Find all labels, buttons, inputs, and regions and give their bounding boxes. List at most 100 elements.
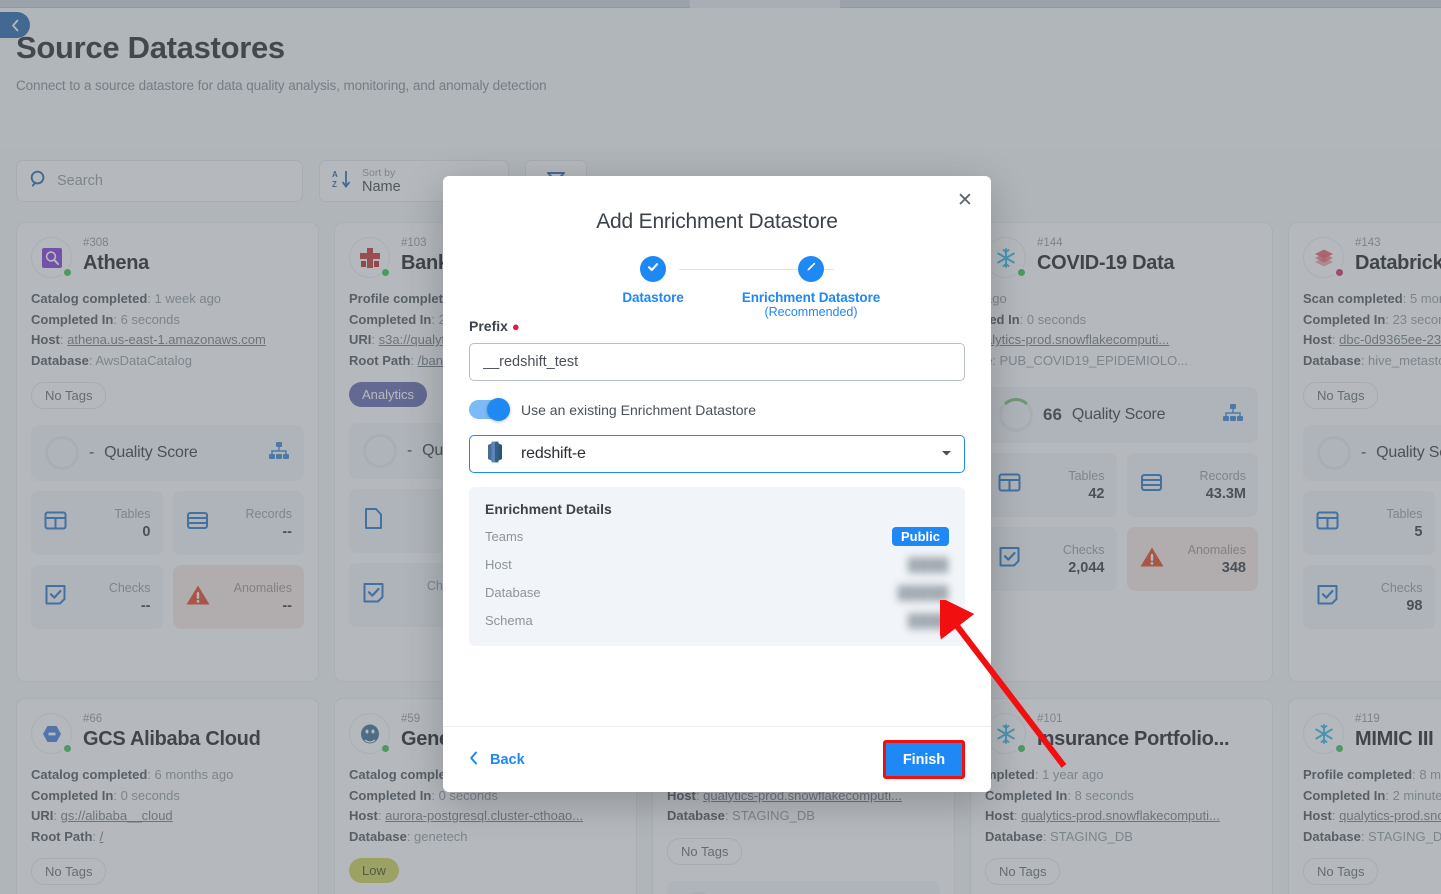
prefix-label-text: Prefix: [469, 318, 508, 334]
card-header: #66 GCS Alibaba Cloud: [31, 713, 304, 754]
meta-key: Scan completed: [1303, 291, 1403, 306]
card-meta-line: ago: [985, 289, 1258, 310]
stat-tile[interactable]: Anomalies 348: [1126, 527, 1258, 591]
use-existing-enrichment-toggle-row: Use an existing Enrichment Datastore: [469, 398, 965, 421]
meta-key: Database: [349, 828, 407, 844]
datastore-card[interactable]: #119 MIMIC III Profile completed: 8 months…: [1288, 698, 1441, 894]
add-enrichment-datastore-modal: ✕ Add Enrichment Datastore Datastore Enr…: [443, 176, 991, 792]
card-meta-line: Completed In: 0 seconds: [31, 787, 180, 803]
card-header: #119 MIMIC III: [1303, 713, 1441, 754]
browser-tab: [690, 0, 840, 8]
back-button[interactable]: Back: [469, 751, 525, 769]
stat-tile[interactable]: Tables 42: [985, 453, 1117, 517]
datastore-card[interactable]: #144 COVID-19 Data ago ted In: 0 seconds aly…: [970, 222, 1273, 682]
meta-value-link[interactable]: qualytics-prod.snowflakecomputi...: [1021, 808, 1220, 823]
close-icon[interactable]: ✕: [951, 187, 977, 213]
use-existing-enrichment-toggle[interactable]: [469, 398, 510, 421]
meta-value-link[interactable]: gs://alibaba__cloud: [61, 808, 173, 823]
tag-chip[interactable]: Analytics: [349, 382, 428, 407]
meta-value-link[interactable]: /: [100, 829, 104, 844]
meta-value-link[interactable]: dbc-0d9365ee-235c.cloud: [1339, 332, 1441, 347]
meta-key: Completed In: [31, 787, 114, 803]
meta-value-link[interactable]: alytics-prod.snowflakecomputi...: [985, 332, 1169, 347]
back-navigation-button[interactable]: [0, 12, 30, 38]
meta-key: Completed In: [349, 311, 432, 327]
stat-label: Checks: [1380, 580, 1423, 595]
card-title: MIMIC III: [1355, 727, 1434, 750]
stat-tile[interactable]: Checks --: [31, 565, 163, 629]
datastore-card[interactable]: #101 Insurance Portfolio... mpleted: 1 yea…: [970, 698, 1273, 894]
stat-label: Records: [245, 506, 292, 521]
tag-chip[interactable]: No Tags: [31, 382, 107, 409]
toggle-knob: [487, 398, 510, 421]
datastore-card[interactable]: #143 Databricks DLT Scan completed: 5 mont…: [1288, 222, 1441, 682]
card-meta-line: mpleted: 1 year ago: [985, 767, 1104, 782]
lineage-icon[interactable]: [268, 441, 290, 466]
card-meta-line: ted In: 0 seconds: [985, 311, 1087, 327]
datastore-card[interactable]: #66 GCS Alibaba Cloud Catalog completed: 6…: [16, 698, 319, 894]
detail-value: █████: [898, 584, 949, 602]
stat-label: Anomalies: [233, 580, 292, 595]
checks-icon: [43, 582, 68, 612]
quality-score-label: Quality Score: [1376, 444, 1441, 461]
card-tags: No Tags: [31, 858, 304, 885]
meta-value: 6 seconds: [120, 311, 180, 327]
stat-label: Anomalies: [1187, 542, 1246, 557]
anomalies-icon: [1139, 545, 1165, 574]
card-meta-line: Host: qualytics-prod.snowflakecomputi...: [985, 808, 1220, 823]
redshift-icon: [482, 439, 508, 470]
tag-chip[interactable]: No Tags: [1303, 382, 1379, 409]
chevron-left-icon: [469, 751, 479, 769]
quality-score-row[interactable]: 66 Quality Score: [985, 387, 1258, 443]
quality-score-ring: [363, 434, 397, 468]
stat-tile[interactable]: Anomalies --: [172, 565, 304, 629]
detail-key: Teams: [485, 529, 524, 544]
meta-value: STAGING_DB: [1368, 828, 1441, 844]
enrichment-detail-row: Schema ████: [485, 612, 949, 629]
datastore-card[interactable]: #308 Athena Catalog completed: 1 week ago C…: [16, 222, 319, 682]
meta-key: Completed In: [1303, 787, 1386, 803]
quality-score-row[interactable]: -Quality Score: [31, 425, 304, 481]
meta-value-link[interactable]: qualytics-prod.snowflake...: [1339, 808, 1441, 823]
lineage-icon[interactable]: [1222, 403, 1244, 428]
meta-key: URI: [349, 332, 372, 347]
card-tags: No Tags: [667, 837, 940, 865]
stepper-step-enrichment[interactable]: Enrichment Datastore (Recommended): [711, 256, 911, 319]
stat-tile[interactable]: Tables 5: [1303, 491, 1435, 555]
quality-score-row[interactable]: -Quality Score: [1303, 425, 1441, 481]
meta-value: 0 seconds: [120, 787, 180, 803]
page-title: Source Datastores: [16, 30, 285, 65]
card-id: #101: [1037, 713, 1063, 725]
tag-chip[interactable]: Low: [349, 858, 399, 883]
avatar: [349, 237, 391, 278]
prefix-input[interactable]: [469, 343, 965, 381]
meta-value-link[interactable]: aurora-postgresql.cluster-cthoao...: [385, 808, 583, 823]
stat-tile[interactable]: Records --: [172, 491, 304, 555]
card-meta-line: e: PUB_COVID19_EPIDEMIOLO...: [985, 351, 1258, 372]
checks-icon: [361, 580, 386, 610]
stat-tile[interactable]: Records 43.3M: [1126, 453, 1258, 517]
card-meta-line: Host: dbc-0d9365ee-235c.cloud: [1303, 330, 1441, 351]
quality-score-row[interactable]: -Quality Score: [667, 880, 940, 894]
card-id: #66: [83, 713, 103, 725]
stat-tile[interactable]: Checks 2,044: [985, 527, 1117, 591]
tag-chip[interactable]: No Tags: [985, 858, 1061, 885]
search-input[interactable]: Search: [16, 160, 303, 202]
tag-chip[interactable]: No Tags: [667, 837, 743, 865]
card-meta-line: Completed In: 6 seconds: [31, 311, 180, 327]
tag-chip[interactable]: No Tags: [31, 858, 107, 885]
meta-key: Completed In: [1303, 311, 1386, 327]
stat-value: --: [282, 523, 292, 540]
finish-button[interactable]: Finish: [885, 743, 962, 776]
enrichment-detail-row: Host ████: [485, 556, 949, 573]
meta-value-link[interactable]: athena.us-east-1.amazonaws.com: [67, 332, 266, 347]
enrichment-datastore-select[interactable]: redshift-e: [469, 435, 965, 473]
tag-chip[interactable]: No Tags: [1303, 858, 1379, 885]
meta-key: Completed In: [349, 787, 432, 803]
stat-tile[interactable]: Checks 98: [1303, 565, 1435, 629]
stat-value: 5: [1414, 523, 1423, 540]
checks-icon: [1315, 582, 1340, 612]
avatar: [349, 713, 391, 754]
stat-tile[interactable]: Tables 0: [31, 491, 163, 555]
avatar: [1303, 713, 1345, 754]
